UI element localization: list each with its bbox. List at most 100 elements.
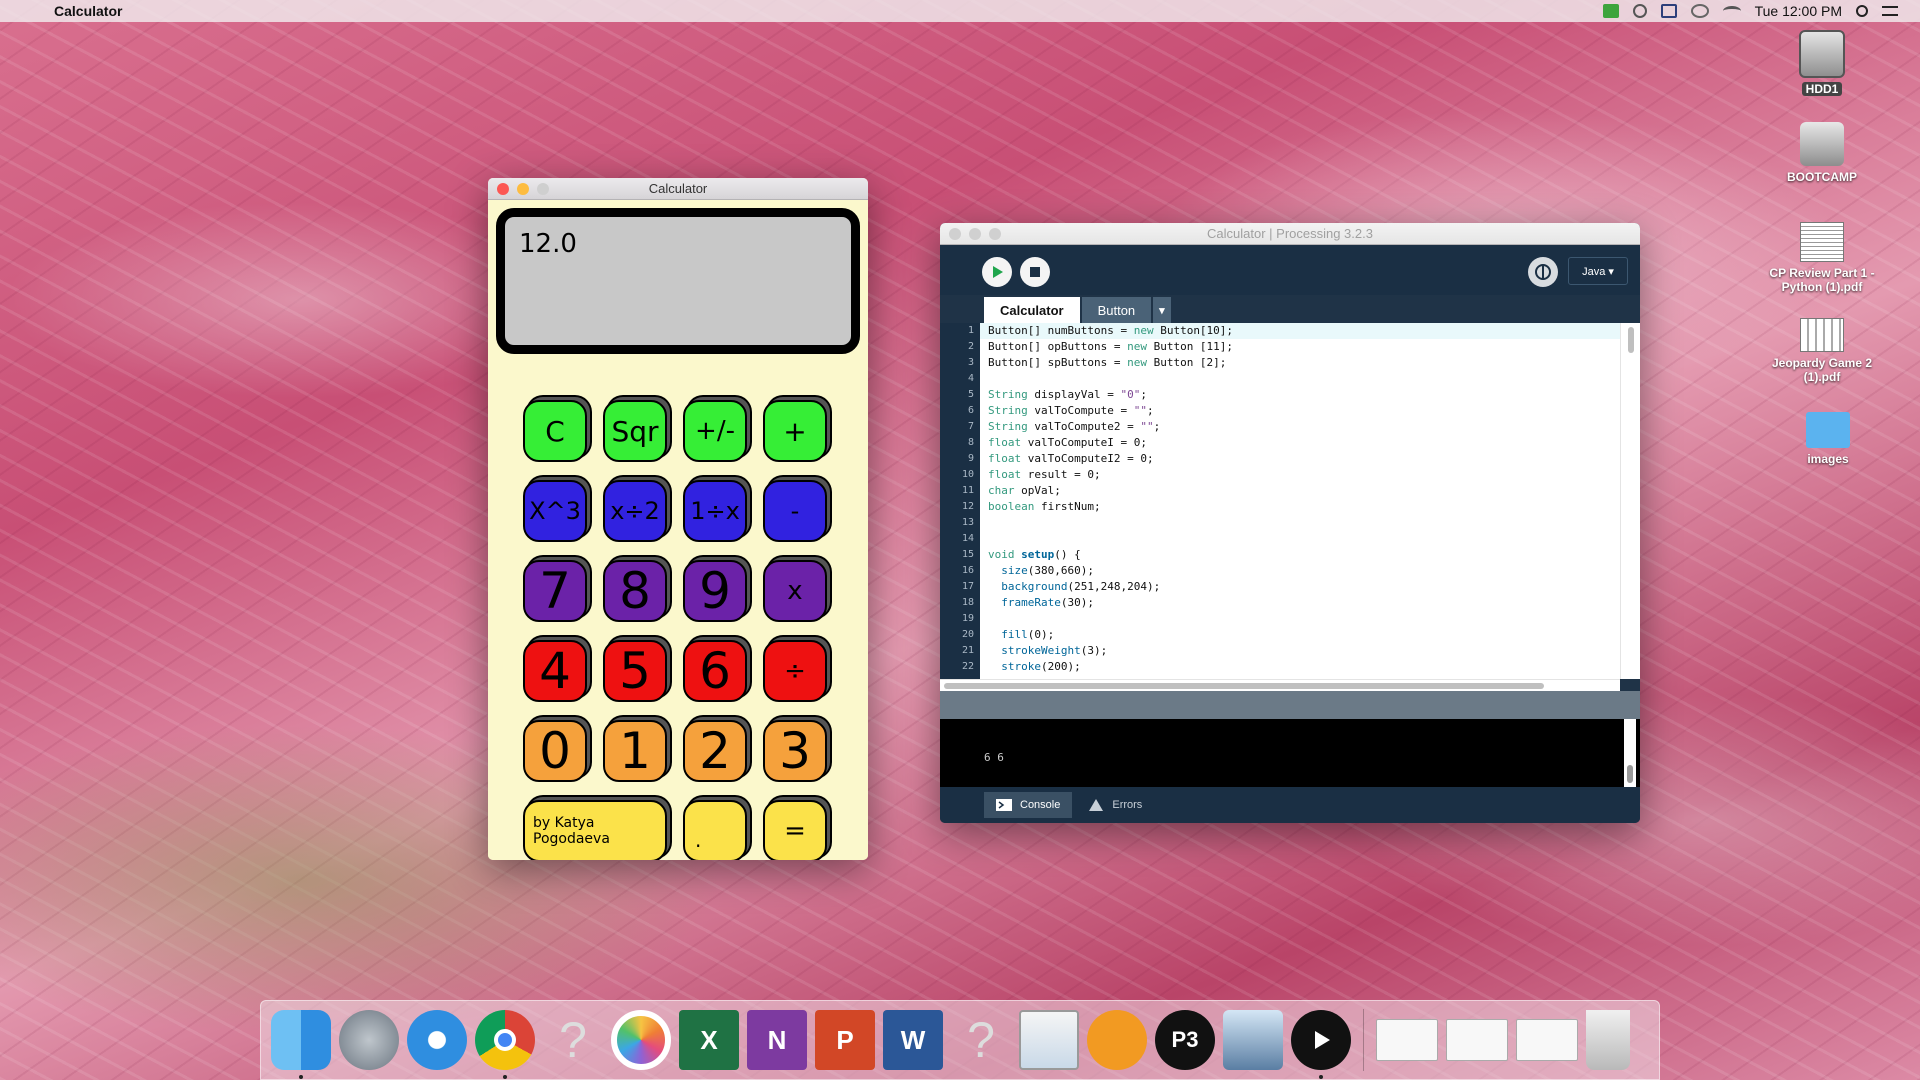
quicktime-icon[interactable]: [1291, 1010, 1351, 1079]
image-capture-icon[interactable]: [1223, 1010, 1283, 1070]
zoom-button[interactable]: [989, 227, 1001, 240]
code-line[interactable]: Button[] numButtons = new Button[10];: [980, 323, 1620, 339]
tab-errors[interactable]: Errors: [1076, 792, 1154, 818]
excel-icon[interactable]: X: [679, 1010, 739, 1070]
calculator-titlebar[interactable]: Calculator: [488, 178, 868, 200]
unknown-app-icon[interactable]: ?: [543, 1010, 603, 1070]
square-button[interactable]: Sqr: [603, 400, 667, 462]
stop-button[interactable]: [1020, 257, 1050, 287]
word-icon[interactable]: W: [883, 1010, 943, 1070]
cube-button[interactable]: X^3: [523, 480, 587, 542]
digit-1-button[interactable]: 1: [603, 720, 667, 782]
finder-icon[interactable]: [271, 1010, 331, 1079]
unknown-app-icon[interactable]: ?: [951, 1010, 1011, 1070]
decimal-button[interactable]: .: [683, 800, 747, 860]
code-editor[interactable]: 1 2 3 4 5 6 7 8 9 10 11 12 13 14 15 16 17 18 19 20 21 22 Butt…: [940, 323, 1640, 679]
photos-icon[interactable]: [611, 1010, 671, 1070]
code-line[interactable]: String valToCompute = "";: [980, 403, 1620, 419]
launchpad-icon[interactable]: [339, 1010, 399, 1070]
powerpoint-icon[interactable]: P: [815, 1010, 875, 1070]
digit-9-button[interactable]: 9: [683, 560, 747, 622]
apple-menu-icon[interactable]: [20, 3, 36, 19]
desktop-icon-bootcamp[interactable]: BOOTCAMP: [1752, 122, 1892, 184]
chrome-icon[interactable]: [475, 1010, 535, 1079]
preview-icon[interactable]: [1019, 1010, 1079, 1070]
clock[interactable]: Tue 12:00 PM: [1755, 3, 1842, 19]
code-line[interactable]: char opVal;: [980, 483, 1620, 499]
code-line[interactable]: frameRate(30);: [980, 595, 1620, 611]
search-icon[interactable]: [1856, 5, 1868, 17]
zoom-button[interactable]: [537, 182, 549, 195]
notification-center-icon[interactable]: [1882, 6, 1898, 16]
digit-8-button[interactable]: 8: [603, 560, 667, 622]
debugger-button[interactable]: [1528, 257, 1558, 287]
code-line[interactable]: float valToComputeI = 0;: [980, 435, 1620, 451]
minimized-window-thumbnail[interactable]: [1376, 1019, 1438, 1061]
tab-menu-button[interactable]: ▾: [1153, 297, 1171, 323]
tab-button[interactable]: Button: [1081, 297, 1152, 323]
code-line[interactable]: strokeWeight(3);: [980, 643, 1620, 659]
code-line[interactable]: [980, 515, 1620, 531]
code-line[interactable]: void setup() {: [980, 547, 1620, 563]
run-button[interactable]: [982, 257, 1012, 287]
tab-calculator[interactable]: Calculator: [984, 297, 1080, 323]
code-area[interactable]: Button[] numButtons = new Button[10]; Bu…: [980, 323, 1620, 679]
onenote-icon[interactable]: N: [747, 1010, 807, 1070]
minimized-window-thumbnail[interactable]: [1446, 1019, 1508, 1061]
reciprocal-button[interactable]: 1÷x: [683, 480, 747, 542]
digit-6-button[interactable]: 6: [683, 640, 747, 702]
equals-button[interactable]: =: [763, 800, 827, 860]
code-line[interactable]: fill(0);: [980, 627, 1620, 643]
tab-console[interactable]: Console: [984, 792, 1073, 818]
minimize-button[interactable]: [969, 227, 981, 240]
code-line[interactable]: [980, 371, 1620, 387]
half-button[interactable]: x÷2: [603, 480, 667, 542]
divide-button[interactable]: ÷: [763, 640, 827, 702]
code-line[interactable]: boolean firstNum;: [980, 499, 1620, 515]
minimize-button[interactable]: [517, 182, 529, 195]
code-line[interactable]: [980, 531, 1620, 547]
close-button[interactable]: [497, 182, 509, 195]
processing-icon[interactable]: P3: [1155, 1010, 1215, 1070]
negate-button[interactable]: +/-: [683, 400, 747, 462]
scroll-thumb[interactable]: [944, 683, 1544, 689]
scroll-thumb[interactable]: [1627, 765, 1633, 783]
editor-horizontal-scrollbar[interactable]: [940, 679, 1620, 691]
code-line[interactable]: background(251,248,204);: [980, 579, 1620, 595]
clear-button[interactable]: C: [523, 400, 587, 462]
display-icon[interactable]: [1660, 4, 1677, 18]
digit-2-button[interactable]: 2: [683, 720, 747, 782]
desktop-icon-pdf-cp-review[interactable]: CP Review Part 1 - Python (1).pdf: [1752, 222, 1892, 294]
safari-icon[interactable]: [407, 1010, 467, 1070]
desktop-icon-images-folder[interactable]: images: [1758, 412, 1898, 466]
mode-selector[interactable]: Java ▾: [1568, 257, 1628, 285]
close-button[interactable]: [949, 227, 961, 240]
scroll-thumb[interactable]: [1628, 327, 1634, 353]
multiply-button[interactable]: x: [763, 560, 827, 622]
processing-titlebar[interactable]: Calculator | Processing 3.2.3: [940, 223, 1640, 245]
digit-4-button[interactable]: 4: [523, 640, 587, 702]
digit-0-button[interactable]: 0: [523, 720, 587, 782]
sync-icon[interactable]: [1632, 4, 1647, 18]
code-line[interactable]: stroke(200);: [980, 659, 1620, 675]
code-line[interactable]: String valToCompute2 = "";: [980, 419, 1620, 435]
code-line[interactable]: Button[] spButtons = new Button [2];: [980, 355, 1620, 371]
digit-7-button[interactable]: 7: [523, 560, 587, 622]
code-line[interactable]: size(380,660);: [980, 563, 1620, 579]
credits-button[interactable]: by Katya Pogodaeva: [523, 800, 667, 860]
minimized-window-thumbnail[interactable]: [1516, 1019, 1578, 1061]
timemachine-icon[interactable]: [1690, 4, 1709, 18]
plus-button[interactable]: +: [763, 400, 827, 462]
trash-icon[interactable]: [1586, 1010, 1630, 1070]
editor-vertical-scrollbar[interactable]: [1620, 323, 1640, 679]
digit-3-button[interactable]: 3: [763, 720, 827, 782]
desktop-icon-pdf-jeopardy[interactable]: Jeopardy Game 2 (1).pdf: [1752, 318, 1892, 384]
evernote-icon[interactable]: [1602, 4, 1619, 18]
code-line[interactable]: float result = 0;: [980, 467, 1620, 483]
code-line[interactable]: Button[] opButtons = new Button [11];: [980, 339, 1620, 355]
ibooks-icon[interactable]: [1087, 1010, 1147, 1070]
digit-5-button[interactable]: 5: [603, 640, 667, 702]
minus-button[interactable]: -: [763, 480, 827, 542]
wifi-icon[interactable]: [1722, 6, 1741, 16]
desktop-icon-hdd1[interactable]: HDD1: [1752, 30, 1892, 96]
